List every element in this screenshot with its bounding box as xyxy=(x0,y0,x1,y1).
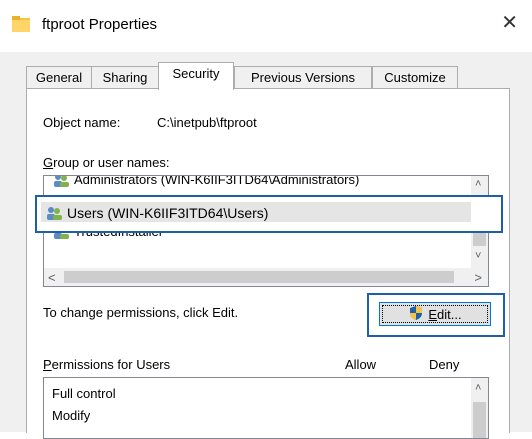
tab-sharing[interactable]: Sharing xyxy=(91,66,159,89)
security-panel: Object name: C:\inetpub\ftproot Group or… xyxy=(26,88,510,439)
selected-user-row[interactable]: Users (WIN-K6IIF3ITD64\Users) xyxy=(35,195,503,233)
list-item[interactable]: Administrators (WIN-K6IIF3ITD64\Administ… xyxy=(52,176,359,190)
scroll-up-icon[interactable]: ˄ xyxy=(475,178,481,190)
tab-customize[interactable]: Customize xyxy=(372,66,458,89)
tab-previous-versions[interactable]: Previous Versions xyxy=(234,66,372,89)
object-name-value: C:\inetpub\ftproot xyxy=(157,115,257,130)
scroll-down-icon[interactable]: ˅ xyxy=(475,250,481,262)
list-item: Modify xyxy=(52,408,91,423)
tab-security[interactable]: Security xyxy=(158,62,234,90)
edit-button-highlight: Edit... xyxy=(367,293,505,337)
title-bar: ftproot Properties ✕ xyxy=(0,0,532,52)
window-title: ftproot Properties xyxy=(42,16,158,33)
change-permissions-text: To change permissions, click Edit. xyxy=(43,305,239,320)
edit-button[interactable]: Edit... xyxy=(379,302,491,326)
deny-column-header: Deny xyxy=(429,357,460,372)
object-name-label: Object name: xyxy=(43,115,121,130)
horizontal-scrollbar[interactable]: < > xyxy=(44,268,488,286)
group-names-label: Group or user names: xyxy=(43,155,170,170)
scroll-up-icon[interactable]: ˄ xyxy=(475,382,481,394)
permissions-label: Permissions for Users xyxy=(43,357,171,372)
allow-column-header: Allow xyxy=(345,357,377,372)
selected-user-name: Users (WIN-K6IIF3ITD64\Users) xyxy=(67,205,269,221)
tab-general[interactable]: General xyxy=(26,66,92,89)
folder-icon xyxy=(12,16,30,32)
vertical-scrollbar[interactable]: ˄ xyxy=(471,378,488,438)
users-group-icon xyxy=(45,206,63,220)
properties-window: ftproot Properties ✕ General Sharing Sec… xyxy=(0,0,532,439)
scroll-left-icon[interactable]: < xyxy=(48,270,56,285)
scroll-thumb[interactable] xyxy=(473,402,486,438)
list-item: Full control xyxy=(52,386,116,401)
users-group-icon xyxy=(52,176,70,187)
scroll-thumb[interactable] xyxy=(64,271,454,283)
permissions-list[interactable]: Full control Modify ˄ xyxy=(43,377,489,439)
close-icon[interactable]: ✕ xyxy=(501,10,518,35)
scroll-right-icon[interactable]: > xyxy=(474,270,482,285)
